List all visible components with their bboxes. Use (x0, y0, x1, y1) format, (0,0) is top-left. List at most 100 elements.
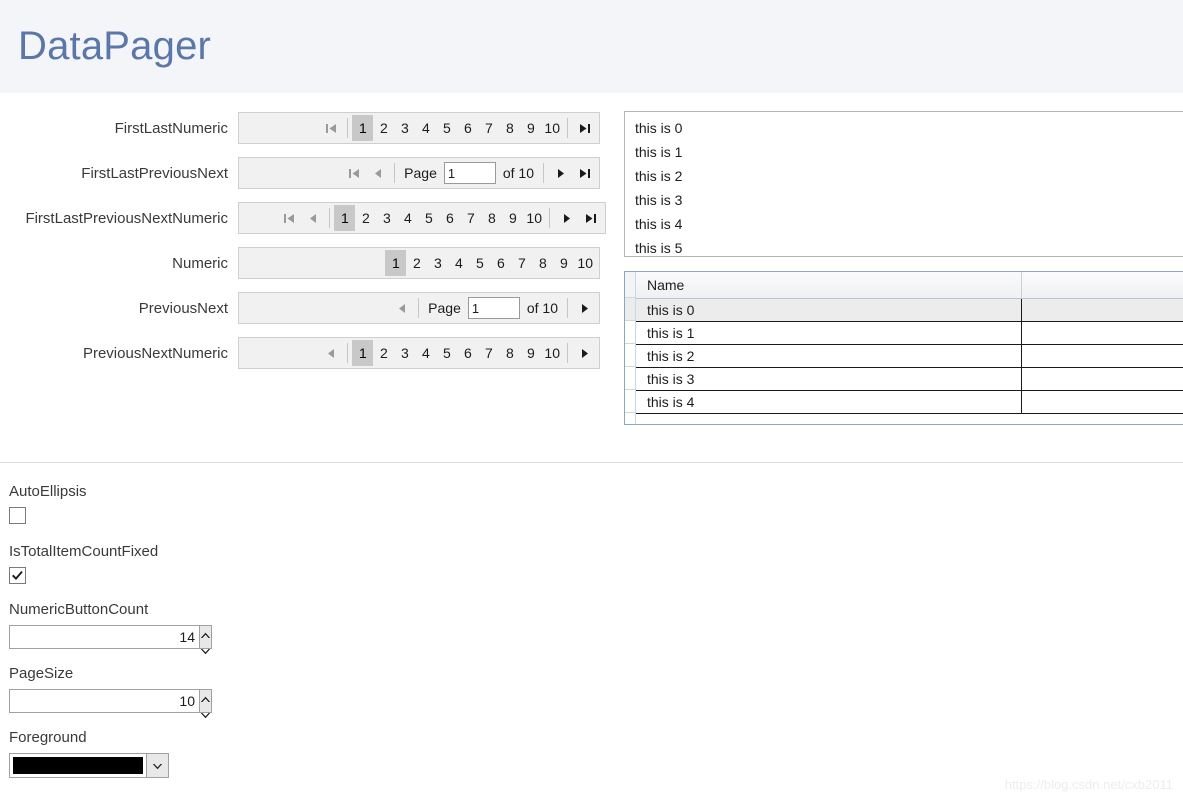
grid-cell-blank[interactable] (1021, 321, 1183, 345)
page-number-button[interactable]: 5 (436, 115, 457, 141)
table-row[interactable]: this is 0 (636, 298, 1183, 322)
is-total-item-count-fixed-checkbox[interactable] (9, 567, 26, 584)
previous-page-button[interactable] (319, 340, 343, 366)
grid-column-header-blank[interactable] (1021, 272, 1183, 299)
page-size-stepper[interactable] (9, 688, 212, 718)
page-number-button[interactable]: 8 (499, 115, 520, 141)
page-number-button[interactable]: 6 (457, 340, 478, 366)
page-number-button[interactable]: 7 (478, 115, 499, 141)
spinner-up-button[interactable] (200, 690, 211, 706)
table-row[interactable]: this is 3 (636, 367, 1183, 391)
table-row[interactable]: this is 1 (636, 321, 1183, 345)
auto-ellipsis-checkbox[interactable] (9, 507, 26, 524)
page-number-button[interactable]: 6 (490, 250, 511, 276)
page-number-button[interactable]: 7 (511, 250, 532, 276)
page-number-button[interactable]: 4 (448, 250, 469, 276)
list-item[interactable]: this is 2 (635, 164, 1183, 188)
next-page-button[interactable] (548, 160, 572, 186)
page-number-button[interactable]: 3 (394, 340, 415, 366)
page-number-button[interactable]: 10 (541, 340, 563, 366)
grid-cell-name[interactable]: this is 3 (636, 367, 1022, 391)
grid-column-header-name[interactable]: Name (636, 272, 1022, 299)
grid-row-header[interactable] (625, 367, 635, 390)
page-number-button[interactable]: 6 (457, 115, 478, 141)
datapager-previousnext[interactable]: Page of 10 (238, 292, 600, 324)
items-datagrid[interactable]: Name this is 0 this is 1 this is 2 this is … (624, 271, 1183, 425)
page-number-button[interactable]: 9 (520, 115, 541, 141)
page-number-button[interactable]: 8 (481, 205, 502, 231)
grid-cell-name[interactable]: this is 2 (636, 344, 1022, 368)
numeric-button-count-input[interactable] (9, 624, 199, 649)
first-page-button[interactable] (342, 160, 366, 186)
page-number-button[interactable]: 2 (373, 340, 394, 366)
foreground-combo-arrow-button[interactable] (146, 752, 169, 778)
spinner-down-button[interactable] (200, 706, 211, 722)
page-number-button[interactable]: 1 (352, 115, 374, 141)
datapager-numeric[interactable]: 1 2 3 4 5 6 7 8 9 10 (238, 247, 600, 279)
list-item[interactable]: this is 0 (635, 116, 1183, 140)
page-number-button[interactable]: 5 (436, 340, 457, 366)
page-number-button[interactable]: 1 (352, 340, 374, 366)
page-number-button[interactable]: 5 (469, 250, 490, 276)
last-page-button[interactable] (572, 115, 596, 141)
grid-row-header[interactable] (625, 298, 635, 321)
grid-row-header[interactable] (625, 344, 635, 367)
list-item[interactable]: this is 1 (635, 140, 1183, 164)
page-number-button[interactable]: 3 (427, 250, 448, 276)
datapager-firstlastnumeric[interactable]: 1 2 3 4 5 6 7 8 9 10 (238, 112, 600, 144)
page-number-button[interactable]: 6 (439, 205, 460, 231)
datapager-firstlastpreviousnext[interactable]: Page of 10 (238, 157, 600, 189)
last-page-button[interactable] (578, 205, 602, 231)
items-listbox[interactable]: this is 0 this is 1 this is 2 this is 3 this… (624, 111, 1183, 257)
page-number-button[interactable]: 3 (376, 205, 397, 231)
grid-row-header[interactable] (625, 390, 635, 413)
last-page-button[interactable] (572, 160, 596, 186)
previous-page-button[interactable] (390, 295, 414, 321)
grid-cell-name[interactable]: this is 4 (636, 390, 1022, 414)
next-page-button[interactable] (572, 295, 596, 321)
page-number-button[interactable]: 4 (415, 340, 436, 366)
page-number-button[interactable]: 8 (532, 250, 553, 276)
numeric-button-count-stepper[interactable] (9, 624, 212, 654)
grid-row-header[interactable] (625, 321, 635, 344)
foreground-color-combobox[interactable] (9, 752, 169, 778)
page-number-button[interactable]: 10 (574, 250, 596, 276)
numeric-button-count-spin-buttons[interactable] (199, 624, 212, 654)
page-number-button[interactable]: 2 (355, 205, 376, 231)
grid-cell-blank[interactable] (1021, 344, 1183, 368)
grid-cell-blank[interactable] (1021, 298, 1183, 322)
spinner-down-button[interactable] (200, 642, 211, 658)
page-number-button[interactable]: 5 (418, 205, 439, 231)
page-number-button[interactable]: 9 (520, 340, 541, 366)
datapager-previousnextnumeric[interactable]: 1 2 3 4 5 6 7 8 9 10 (238, 337, 600, 369)
grid-cell-blank[interactable] (1021, 367, 1183, 391)
spinner-up-button[interactable] (200, 626, 211, 642)
table-row[interactable]: this is 4 (636, 390, 1183, 414)
foreground-color-swatch[interactable] (9, 752, 146, 778)
page-number-button[interactable]: 1 (334, 205, 356, 231)
page-number-button[interactable]: 4 (397, 205, 418, 231)
list-item[interactable]: this is 3 (635, 188, 1183, 212)
previous-page-button[interactable] (301, 205, 325, 231)
grid-cell-name[interactable]: this is 1 (636, 321, 1022, 345)
page-number-button[interactable]: 2 (406, 250, 427, 276)
first-page-button[interactable] (277, 205, 301, 231)
first-page-button[interactable] (319, 115, 343, 141)
page-number-button[interactable]: 4 (415, 115, 436, 141)
page-number-button[interactable]: 7 (460, 205, 481, 231)
grid-cell-name[interactable]: this is 0 (636, 298, 1022, 322)
list-item[interactable]: this is 4 (635, 212, 1183, 236)
grid-cell-blank[interactable] (1021, 390, 1183, 414)
page-number-button[interactable]: 8 (499, 340, 520, 366)
page-size-input[interactable] (9, 688, 199, 713)
page-number-button[interactable]: 9 (502, 205, 523, 231)
datapager-firstlastpreviousnextnumeric[interactable]: 1 2 3 4 5 6 7 8 9 10 (238, 202, 606, 234)
page-size-spin-buttons[interactable] (199, 688, 212, 718)
page-number-button[interactable]: 2 (373, 115, 394, 141)
page-number-input[interactable] (467, 297, 520, 319)
previous-page-button[interactable] (366, 160, 390, 186)
next-page-button[interactable] (554, 205, 578, 231)
page-number-button[interactable]: 9 (553, 250, 574, 276)
page-number-button[interactable]: 10 (523, 205, 545, 231)
page-number-button[interactable]: 7 (478, 340, 499, 366)
